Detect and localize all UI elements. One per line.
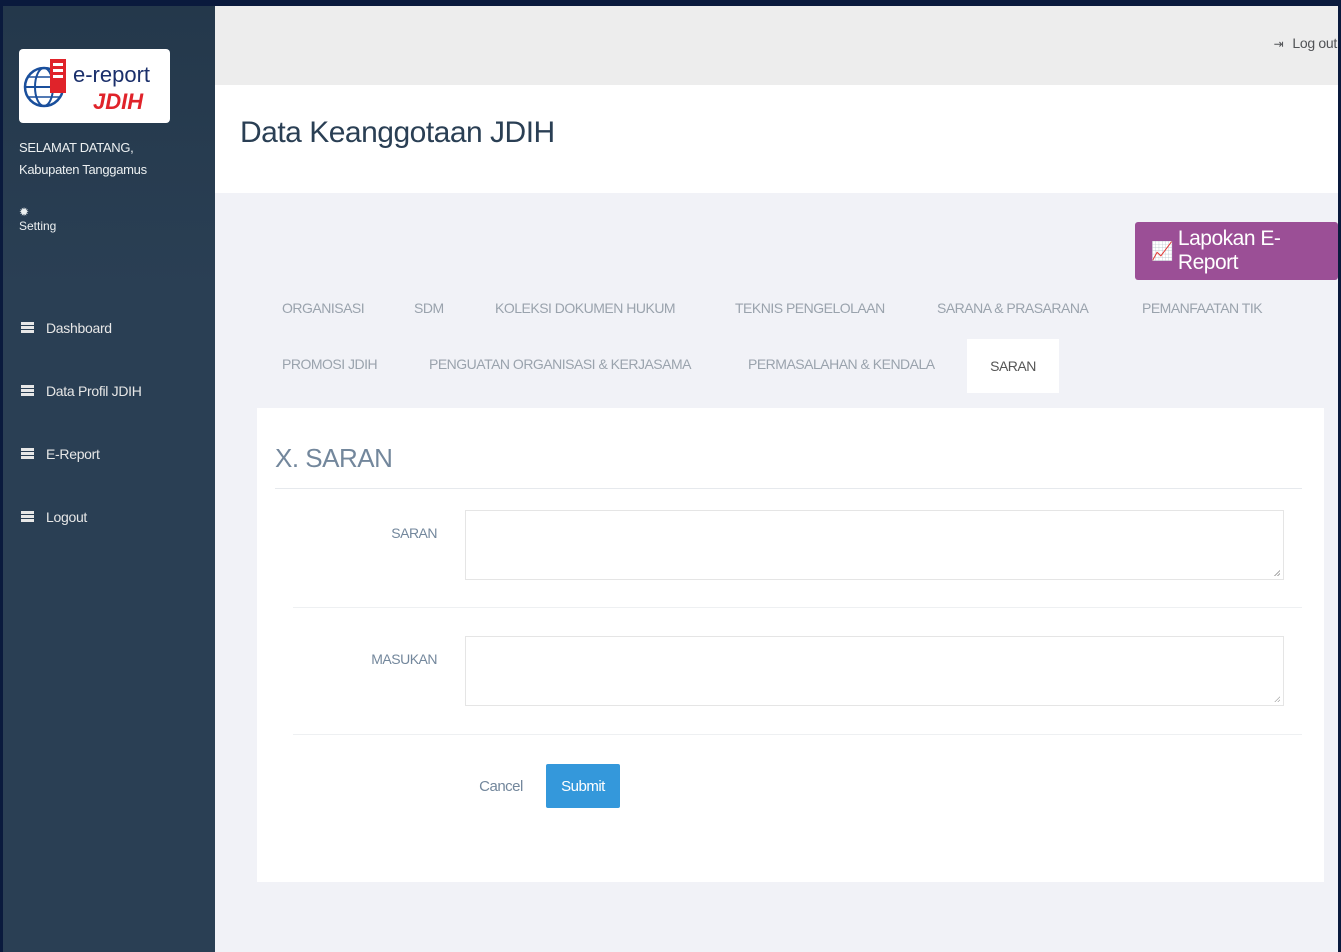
masukan-label: MASUKAN [371,651,437,667]
cancel-button[interactable]: Cancel [471,764,531,808]
line-chart-icon: 📈 [1151,240,1173,261]
tab-sdm[interactable]: SDM [414,300,444,316]
tab-teknis-pengelolaan[interactable]: TEKNIS PENGELOLAAN [735,300,885,316]
app-logo[interactable]: e-report JDIH [19,49,170,123]
sidebar-item-label: Logout [46,508,88,525]
sidebar-item-label: E-Report [46,445,100,462]
report-button-label: Lapokan E-Report [1177,227,1281,274]
saran-textarea[interactable] [465,510,1284,580]
lapokan-e-report-button[interactable]: 📈 Lapokan E-Report [1135,222,1338,280]
welcome-block: SELAMAT DATANG, Kabupaten Tanggamus [19,137,147,181]
gear-icon: ✹ [19,205,30,219]
logo-subtext: JDIH [93,89,144,114]
tab-permasalahan-kendala[interactable]: PERMASALAHAN & KENDALA [748,356,935,372]
resize-grip-icon[interactable] [1274,570,1280,576]
top-navbar: ⇥ Log out [215,6,1341,85]
tab-pemanfaatan-tik[interactable]: PEMANFAATAN TIK [1142,300,1263,316]
divider [293,734,1302,735]
grid-icon [21,448,34,459]
tab-penguatan-organisasi[interactable]: PENGUATAN ORGANISASI & KERJASAMA [429,356,691,372]
logo-text: e-report [73,62,151,87]
masukan-textarea[interactable] [465,636,1284,706]
grid-icon [21,385,34,396]
tab-promosi-jdih[interactable]: PROMOSI JDIH [282,356,378,372]
sidebar-item-label: Data Profil JDIH [46,382,142,399]
page-title: Data Keanggotaan JDIH [240,116,555,149]
sidebar-item-e-report[interactable]: E-Report [0,422,215,485]
sign-out-icon: ⇥ [1273,37,1284,51]
logout-label: Log out [1292,35,1337,51]
globe-icon [23,59,66,108]
form-panel: X. SARAN SARAN MASUKAN Cancel Submit [257,408,1324,882]
grid-icon [21,322,34,333]
divider [293,607,1302,608]
tab-sarana-prasarana[interactable]: SARANA & PRASARANA [937,300,1089,316]
tab-saran[interactable]: SARAN [967,339,1059,393]
section-title: X. SARAN [275,443,393,473]
setting-label: Setting [19,219,57,233]
divider [275,488,1302,489]
sidebar-item-dashboard[interactable]: Dashboard [0,296,215,359]
sidebar: e-report JDIH SELAMAT DATANG, Kabupaten … [0,6,215,952]
grid-icon [21,511,34,522]
sidebar-header: e-report JDIH SELAMAT DATANG, Kabupaten … [0,6,215,291]
tab-organisasi[interactable]: ORGANISASI [282,300,365,316]
sidebar-item-logout[interactable]: Logout [0,485,215,548]
sidebar-nav: Dashboard Data Profil JDIH E-Report Logo… [0,296,215,548]
setting-link[interactable]: ✹ Setting [19,205,56,233]
saran-label: SARAN [391,525,437,541]
submit-button[interactable]: Submit [546,764,620,808]
sidebar-item-label: Dashboard [46,319,112,336]
resize-grip-icon[interactable] [1274,696,1280,702]
logout-link[interactable]: ⇥ Log out [1273,35,1338,51]
welcome-text: SELAMAT DATANG, [19,140,134,155]
sidebar-item-data-profil[interactable]: Data Profil JDIH [0,359,215,422]
user-name: Kabupaten Tanggamus [19,162,147,177]
tab-koleksi-dokumen-hukum[interactable]: KOLEKSI DOKUMEN HUKUM [495,300,676,316]
page-header: Data Keanggotaan JDIH [215,85,1341,193]
